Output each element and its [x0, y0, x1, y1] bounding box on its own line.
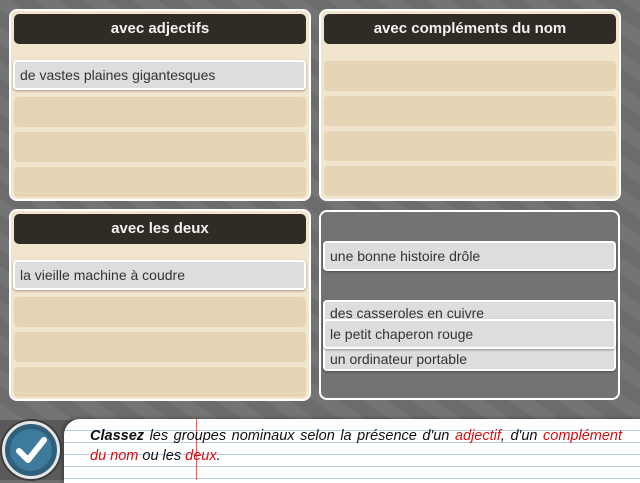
validate-button[interactable] [2, 421, 60, 479]
drop-slot[interactable] [324, 61, 616, 91]
panel-title: avec compléments du nom [324, 14, 616, 44]
instruction-verb: Classez [90, 428, 145, 444]
instruction-part: ou les [138, 448, 186, 464]
instruction-part: les groupes nominaux selon la présence d… [144, 428, 455, 444]
panel-title: avec les deux [14, 214, 306, 244]
drop-slot[interactable] [14, 367, 306, 397]
phrase-card[interactable]: une bonne histoire drôle [323, 241, 616, 271]
phrase-card[interactable]: la vieille machine à coudre [13, 260, 306, 290]
check-icon [16, 437, 47, 463]
drop-slot[interactable] [14, 97, 306, 127]
instruction-keyword-deux: deux [185, 448, 217, 464]
drop-slot[interactable] [324, 166, 616, 196]
instruction-part: , d'un [500, 428, 544, 444]
instruction-text: Classez les groupes nominaux selon la pr… [90, 426, 622, 466]
drop-slot[interactable] [14, 167, 306, 197]
instruction-part: . [216, 448, 221, 464]
check-icon-bg [10, 429, 52, 471]
drop-slot[interactable] [14, 332, 306, 362]
drop-slot[interactable] [14, 132, 306, 162]
category-panel-adjectifs[interactable]: avec adjectifs [9, 9, 311, 201]
phrase-card[interactable]: le petit chaperon rouge [323, 319, 616, 349]
drop-slot[interactable] [14, 297, 306, 327]
panel-title: avec adjectifs [14, 14, 306, 44]
drop-slot[interactable] [324, 96, 616, 126]
instruction-keyword-adjectif: adjectif [454, 428, 501, 444]
category-panel-complements[interactable]: avec compléments du nom [319, 9, 621, 201]
phrase-card[interactable]: de vastes plaines gigantesques [13, 60, 306, 90]
category-panel-deux[interactable]: avec les deux [9, 209, 311, 401]
drop-slot[interactable] [324, 131, 616, 161]
